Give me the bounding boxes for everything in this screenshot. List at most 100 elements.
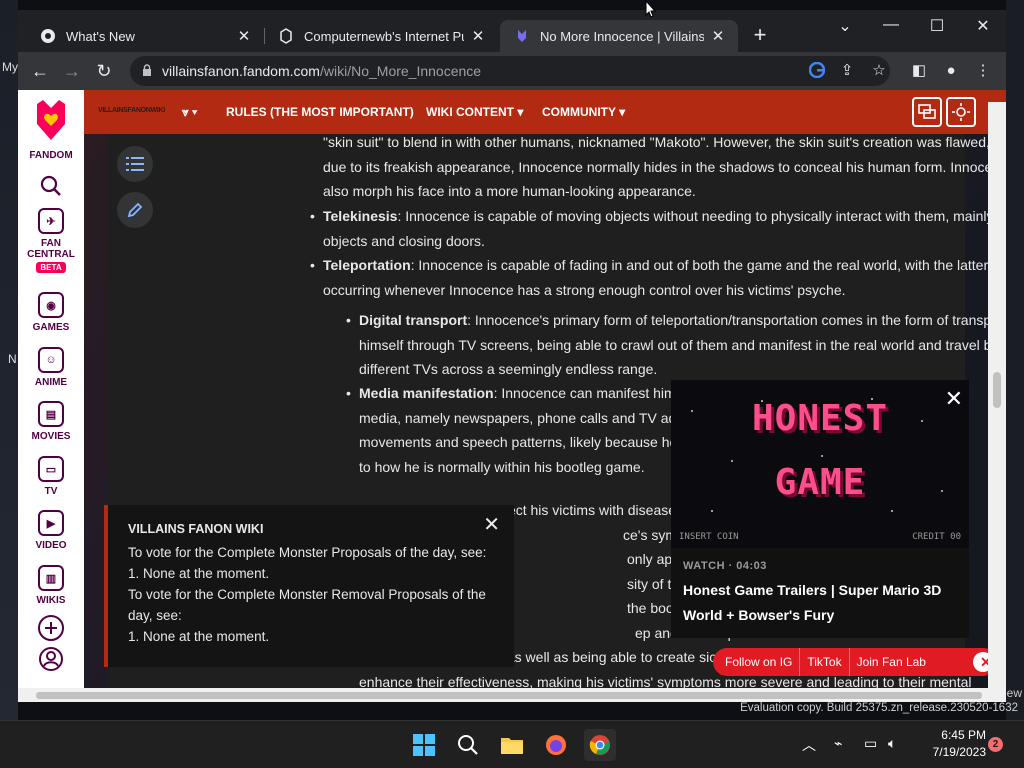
fandom-logo-icon[interactable] <box>33 98 69 142</box>
fandom-logo-text[interactable]: FANDOM <box>18 150 84 161</box>
edit-button[interactable] <box>117 192 153 228</box>
network-icon[interactable]: ⌁ <box>834 735 842 752</box>
rail-item-fan-central[interactable]: ✈ FAN CENTRAL BETA <box>18 208 84 273</box>
fandom-global-nav: FANDOM ✈ FAN CENTRAL BETA ◉ GAMES ☺ ANIM… <box>18 90 84 702</box>
taskbar-search-button[interactable] <box>452 729 484 761</box>
toc-button[interactable] <box>117 146 153 182</box>
wiki-logo[interactable]: VILLAINSFANONWIKI <box>98 107 165 114</box>
rail-add-button[interactable] <box>18 614 84 645</box>
search-icon <box>458 735 478 755</box>
thumbnail-title: HONEST <box>751 398 889 439</box>
video-title[interactable]: Honest Game Trailers | Super Mario 3D Wo… <box>683 578 963 628</box>
description: to how he is normally within his bootleg… <box>359 458 645 475</box>
nav-label: WIKI CONTENT <box>426 105 514 119</box>
bullet: • <box>310 257 315 273</box>
close-icon[interactable]: ✕ <box>945 386 963 412</box>
display-icon[interactable]: ▭ <box>864 735 877 752</box>
notification-badge[interactable]: 2 <box>988 737 1003 752</box>
volume-icon[interactable]: 🔈︎ <box>888 735 896 752</box>
notice-text: To vote for the Complete Monster Proposa… <box>128 545 487 560</box>
taskbar-clock[interactable]: 6:45 PM 7/19/2023 <box>916 727 986 761</box>
chevron-up-icon[interactable]: ︿ <box>802 735 816 755</box>
list-icon <box>126 157 144 171</box>
rail-item-video[interactable]: ▶ VIDEO <box>18 510 84 551</box>
explore-menu[interactable]: ⩔ ▾ <box>182 105 197 120</box>
bullet: • <box>310 208 315 224</box>
wiki-header: VILLAINSFANONWIKI ⩔ ▾ RULES (THE MOST IM… <box>84 90 1006 134</box>
tab-search-icon[interactable]: ⌄ <box>830 16 860 36</box>
video-thumbnail[interactable]: HONEST GAME INSERT COIN CREDIT 00 ✕ <box>671 380 969 548</box>
close-icon[interactable]: ✕ <box>710 27 726 45</box>
scrollbar-thumb[interactable] <box>993 372 1001 408</box>
scrollbar-thumb[interactable] <box>36 692 982 699</box>
bookmark-star-icon[interactable]: ☆ <box>868 59 890 81</box>
anime-face-icon: ☺ <box>38 347 64 373</box>
fan-lab-link[interactable]: Join Fan Lab <box>850 655 933 669</box>
mouse-cursor-icon <box>645 0 657 18</box>
term: Telekinesis <box>323 208 398 224</box>
pencil-icon <box>127 202 143 218</box>
rail-item-wikis[interactable]: ▥ WIKIS <box>18 565 84 606</box>
desktop-label[interactable]: ew <box>1007 686 1022 700</box>
tab-whats-new[interactable]: What's New ✕ <box>26 20 264 52</box>
tab-no-more-innocence[interactable]: No More Innocence | Villains Fa ✕ <box>500 20 738 52</box>
close-window-button[interactable]: ✕ <box>968 16 998 36</box>
notice-text: To vote for the Complete Monster Removal… <box>128 587 486 602</box>
rail-item-anime[interactable]: ☺ ANIME <box>18 347 84 388</box>
profile-icon[interactable]: ● <box>940 59 962 81</box>
back-button[interactable]: ← <box>28 59 52 83</box>
video-player-popup[interactable]: HONEST GAME INSERT COIN CREDIT 00 ✕ WATC… <box>671 380 969 638</box>
rail-item-label: ANIME <box>34 377 68 388</box>
sun-icon <box>952 103 970 121</box>
reload-button[interactable]: ↻ <box>92 59 116 83</box>
forward-button[interactable]: → <box>60 59 84 83</box>
rail-search[interactable] <box>18 174 84 201</box>
tab-title: What's New <box>66 28 135 44</box>
new-tab-button[interactable]: + <box>748 23 772 47</box>
desktop-label[interactable]: My <box>2 60 18 74</box>
follow-ig-link[interactable]: Follow on IG <box>713 655 799 669</box>
close-icon[interactable]: ✕ <box>470 27 486 45</box>
firefox-button[interactable] <box>540 729 572 761</box>
thumbnail-caption: INSERT COIN <box>679 532 739 542</box>
close-icon[interactable]: ✕ <box>483 515 500 536</box>
chrome-taskbar-button[interactable] <box>584 729 616 761</box>
chrome-icon <box>589 735 610 755</box>
google-icon[interactable] <box>806 59 828 81</box>
rocket-icon: ✈ <box>38 208 64 234</box>
vertical-scrollbar[interactable] <box>988 102 1006 688</box>
tab-computernewb[interactable]: Computernewb's Internet Pub H ✕ <box>264 20 498 52</box>
rail-account-button[interactable] <box>18 646 84 675</box>
rail-item-movies[interactable]: ▤ MOVIES <box>18 401 84 442</box>
minimize-button[interactable]: — <box>876 16 906 34</box>
plus-circle-icon <box>38 615 64 641</box>
lock-icon[interactable] <box>142 63 152 79</box>
thumbnail-title: GAME <box>774 462 866 503</box>
desktop-wallpaper-right: ew <box>1006 0 1024 720</box>
file-explorer-button[interactable] <box>496 729 528 761</box>
notice-text: 1. None at the moment. <box>128 629 270 644</box>
thumbnail-caption: CREDIT 00 <box>912 532 961 542</box>
theme-toggle-button[interactable] <box>946 97 976 127</box>
tab-title: No More Innocence | Villains Fa <box>540 28 704 44</box>
nav-wiki-content[interactable]: WIKI CONTENT ▾ <box>426 105 523 119</box>
menu-icon[interactable]: ⋮ <box>972 59 994 81</box>
side-panel-icon[interactable]: ◧ <box>908 59 930 81</box>
tiktok-link[interactable]: TikTok <box>800 655 848 669</box>
nav-community[interactable]: COMMUNITY ▾ <box>542 105 625 119</box>
address-bar[interactable]: villainsfanon.fandom.com/wiki/No_More_In… <box>130 56 890 86</box>
rail-item-games[interactable]: ◉ GAMES <box>18 292 84 333</box>
nav-rules[interactable]: RULES (THE MOST IMPORTANT) <box>226 105 414 119</box>
horizontal-scrollbar[interactable] <box>18 688 1006 702</box>
wiki-notice-banner: VILLAINS FANON WIKI To vote for the Comp… <box>104 505 514 667</box>
maximize-button[interactable]: ☐ <box>922 16 952 36</box>
share-icon[interactable]: ⇪ <box>836 59 858 81</box>
list-item: • Digital transport: Innocence's primary… <box>346 308 1006 382</box>
close-icon[interactable]: ✕ <box>236 27 252 45</box>
desktop-label[interactable]: N <box>8 352 17 366</box>
windows-taskbar: ︿ ⌁ ▭ 🔈︎ 6:45 PM 7/19/2023 2 <box>0 720 1024 768</box>
rail-item-tv[interactable]: ▭ TV <box>18 456 84 497</box>
description: : Innocence is capable of moving objects… <box>323 208 1006 249</box>
discussions-button[interactable] <box>912 97 942 127</box>
start-button[interactable] <box>408 729 440 761</box>
